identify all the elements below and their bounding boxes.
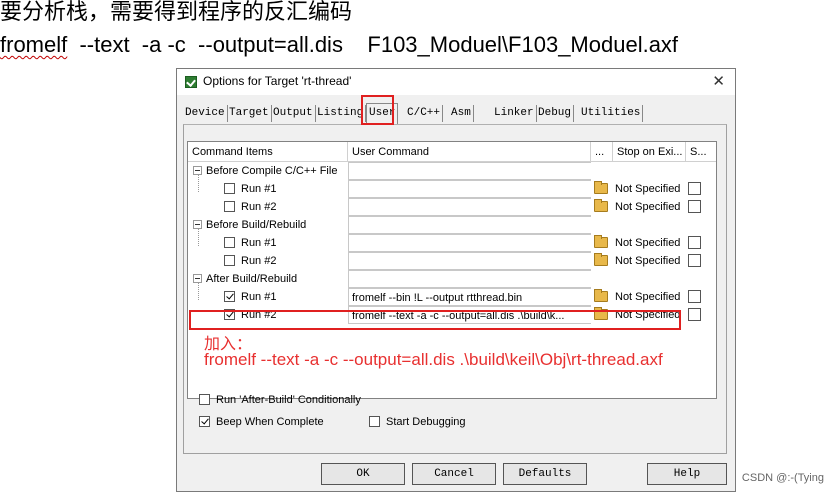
beep-label: Beep When Complete	[216, 416, 324, 428]
tab-debug[interactable]: Debug	[536, 105, 575, 122]
s-checkbox[interactable]	[688, 182, 701, 195]
s-checkbox[interactable]	[688, 236, 701, 249]
run-label: Run #1	[241, 183, 277, 195]
start-debugging-checkbox[interactable]	[369, 416, 380, 427]
group-label: Before Build/Rebuild	[206, 219, 307, 231]
run-checkbox[interactable]	[224, 201, 235, 212]
col-command-items[interactable]: Command Items	[188, 142, 348, 162]
stop-on-exit-value[interactable]: Not Specified	[615, 180, 685, 198]
run-checkbox[interactable]	[224, 183, 235, 194]
command-cell[interactable]	[348, 216, 591, 234]
option-run-after-build[interactable]: Run 'After-Build' Conditionally	[199, 392, 361, 406]
folder-icon[interactable]	[594, 289, 608, 302]
group-row: After Build/Rebuild	[188, 270, 716, 288]
watermark: CSDN @:-(Tying	[741, 472, 824, 484]
collapse-icon[interactable]	[193, 220, 202, 229]
cancel-button[interactable]: Cancel	[412, 463, 496, 485]
run-after-build-checkbox[interactable]	[199, 394, 210, 405]
defaults-button[interactable]: Defaults	[503, 463, 587, 485]
annotation-command: fromelf --text -a -c --output=all.dis .\…	[204, 350, 663, 369]
stop-on-exit-value[interactable]: Not Specified	[615, 288, 685, 306]
app-icon	[185, 76, 197, 88]
stop-on-exit-value[interactable]: Not Specified	[615, 198, 685, 216]
col-stop-on-exit[interactable]: Stop on Exi...	[613, 142, 686, 162]
user-tab-highlight	[361, 95, 394, 125]
dialog-titlebar: Options for Target 'rt-thread' ✕	[177, 69, 735, 95]
run-row: Run #1 Not Specified	[188, 234, 716, 252]
tab-asm[interactable]: Asm	[449, 105, 474, 122]
run-label: Run #1	[241, 291, 277, 303]
s-checkbox[interactable]	[688, 290, 701, 303]
options-dialog: Options for Target 'rt-thread' ✕ Device …	[176, 68, 736, 492]
run2-highlight	[189, 310, 681, 330]
run-checkbox[interactable]	[224, 255, 235, 266]
s-checkbox[interactable]	[688, 254, 701, 267]
tab-device[interactable]: Device	[183, 105, 228, 122]
command-input[interactable]	[348, 180, 591, 198]
start-debugging-label: Start Debugging	[386, 416, 466, 428]
beep-checkbox[interactable]	[199, 416, 210, 427]
tab-output[interactable]: Output	[271, 105, 316, 122]
tab-listing[interactable]: Listing	[315, 105, 367, 122]
group-row: Before Compile C/C++ File	[188, 162, 716, 180]
run-checkbox[interactable]	[224, 291, 235, 302]
command-input[interactable]	[348, 234, 591, 252]
command-input[interactable]	[348, 198, 591, 216]
tab-target[interactable]: Target	[227, 105, 272, 122]
stop-on-exit-value[interactable]: Not Specified	[615, 252, 685, 270]
command-input[interactable]: fromelf --bin !L --output rtthread.bin	[348, 288, 591, 306]
folder-icon[interactable]	[594, 181, 608, 194]
group-row: Before Build/Rebuild	[188, 216, 716, 234]
run-row: Run #1 Not Specified	[188, 180, 716, 198]
run-row: Run #2 Not Specified	[188, 198, 716, 216]
col-browse[interactable]: ...	[591, 142, 613, 162]
run-after-build-label: Run 'After-Build' Conditionally	[216, 394, 361, 406]
help-button[interactable]: Help	[647, 463, 727, 485]
option-start-debugging[interactable]: Start Debugging	[369, 414, 466, 428]
group-label: After Build/Rebuild	[206, 273, 298, 285]
group-label: Before Compile C/C++ File	[206, 165, 338, 177]
command-input[interactable]	[348, 252, 591, 270]
tab-c-cpp[interactable]: C/C++	[405, 105, 444, 122]
tab-linker[interactable]: Linker	[492, 105, 537, 122]
col-user-command[interactable]: User Command	[348, 142, 591, 162]
folder-icon[interactable]	[594, 235, 608, 248]
close-icon[interactable]: ✕	[712, 72, 725, 90]
s-checkbox[interactable]	[688, 308, 701, 321]
collapse-icon[interactable]	[193, 166, 202, 175]
run-checkbox[interactable]	[224, 237, 235, 248]
folder-icon[interactable]	[594, 199, 608, 212]
option-beep[interactable]: Beep When Complete	[199, 414, 324, 428]
caption-command-name: fromelf	[0, 32, 68, 57]
collapse-icon[interactable]	[193, 274, 202, 283]
caption-command-args: --text -a -c --output=all.dis F103_Modue…	[67, 32, 679, 57]
run-row: Run #1 fromelf --bin !L --output rtthrea…	[188, 288, 716, 306]
dialog-title: Options for Target 'rt-thread'	[203, 74, 352, 88]
stop-on-exit-value[interactable]: Not Specified	[615, 234, 685, 252]
tab-utilities[interactable]: Utilities	[579, 105, 644, 122]
command-cell[interactable]	[348, 270, 591, 288]
s-checkbox[interactable]	[688, 200, 701, 213]
ok-button[interactable]: OK	[321, 463, 405, 485]
run-label: Run #1	[241, 237, 277, 249]
run-row: Run #2 Not Specified	[188, 252, 716, 270]
caption-heading: 要分析栈，需要得到程序的反汇编码	[0, 0, 353, 25]
run-label: Run #2	[241, 255, 277, 267]
command-cell[interactable]	[348, 162, 591, 180]
caption-command: fromelf --text -a -c --output=all.dis F1…	[0, 32, 678, 58]
col-s[interactable]: S...	[686, 142, 716, 162]
run-label: Run #2	[241, 201, 277, 213]
folder-icon[interactable]	[594, 253, 608, 266]
